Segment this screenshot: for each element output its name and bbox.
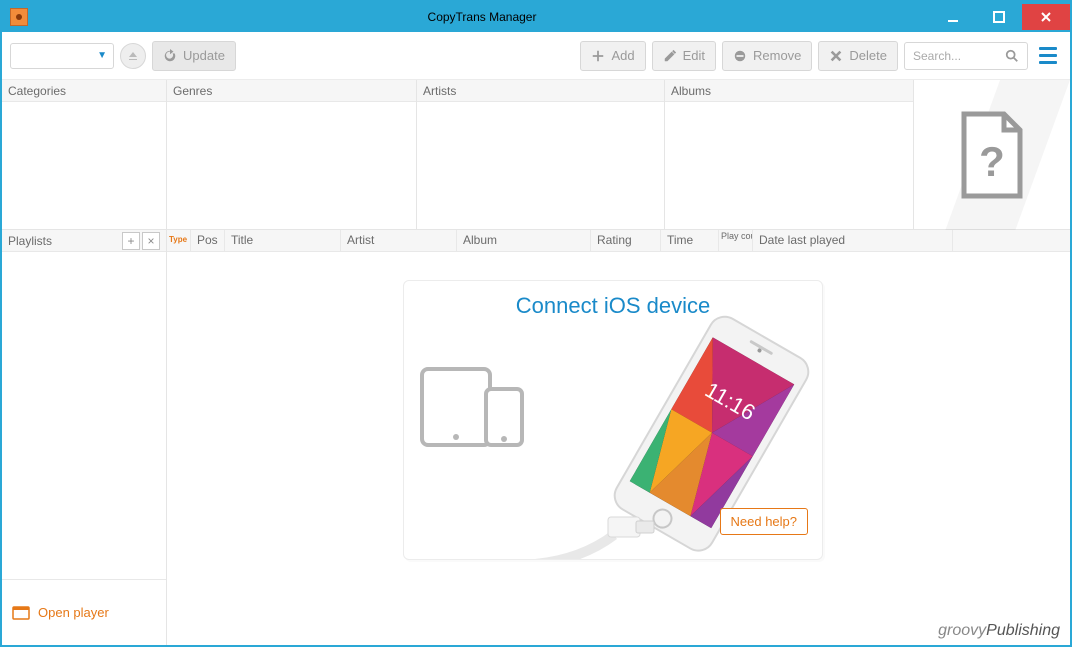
watermark: groovyPublishing [167, 617, 1070, 645]
player-icon [12, 604, 30, 622]
svg-text:?: ? [979, 138, 1005, 185]
col-pos[interactable]: Pos [191, 230, 225, 251]
menu-button[interactable] [1034, 42, 1062, 70]
x-icon [829, 49, 843, 63]
minimize-button[interactable] [930, 4, 976, 30]
categories-panel: Categories [2, 80, 167, 229]
artists-list[interactable] [417, 102, 664, 229]
add-button[interactable]: Add [580, 41, 645, 71]
search-placeholder: Search... [913, 49, 1005, 63]
playlists-header: Playlists + × [2, 230, 166, 252]
browser-panels: Categories Genres Artists Albums ? [2, 80, 1070, 230]
edit-label: Edit [683, 48, 705, 63]
col-type[interactable]: Type [167, 230, 191, 251]
col-rating[interactable]: Rating [591, 230, 661, 251]
playlists-label: Playlists [8, 234, 120, 248]
edit-button[interactable]: Edit [652, 41, 716, 71]
albums-list[interactable] [665, 102, 913, 229]
artists-panel: Artists [417, 80, 665, 229]
update-button[interactable]: Update [152, 41, 236, 71]
pencil-icon [663, 49, 677, 63]
chevron-down-icon: ▼ [97, 50, 107, 61]
connect-device-card: Connect iOS device [403, 280, 823, 560]
genres-panel: Genres [167, 80, 417, 229]
categories-header[interactable]: Categories [2, 80, 166, 102]
devices-icon [420, 367, 530, 447]
playlists-list[interactable] [2, 252, 166, 579]
albums-header[interactable]: Albums [665, 80, 913, 102]
genres-list[interactable] [167, 102, 416, 229]
unknown-file-icon: ? [956, 110, 1028, 200]
genres-header[interactable]: Genres [167, 80, 416, 102]
placeholder-panel: ? [914, 80, 1070, 229]
eject-button[interactable] [120, 43, 146, 69]
col-time[interactable]: Time [661, 230, 719, 251]
albums-panel: Albums [665, 80, 914, 229]
col-date-last-played[interactable]: Date last played [753, 230, 953, 251]
refresh-icon [163, 49, 177, 63]
col-album[interactable]: Album [457, 230, 591, 251]
main-area: Categories Genres Artists Albums ? [2, 80, 1070, 645]
open-player-button[interactable]: Open player [2, 579, 166, 645]
tracks-column: Type Pos Title Artist Album Rating Time … [167, 230, 1070, 645]
categories-list[interactable] [2, 102, 166, 229]
remove-label: Remove [753, 48, 801, 63]
watermark-a: groovy [938, 622, 986, 640]
titlebar: CopyTrans Manager [2, 2, 1070, 32]
search-input[interactable]: Search... [904, 42, 1028, 70]
delete-label: Delete [849, 48, 887, 63]
col-title[interactable]: Title [225, 230, 341, 251]
delete-button[interactable]: Delete [818, 41, 898, 71]
tracks-columns-header: Type Pos Title Artist Album Rating Time … [167, 230, 1070, 252]
maximize-button[interactable] [976, 4, 1022, 30]
window-controls [930, 4, 1070, 30]
open-player-label: Open player [38, 605, 109, 620]
toolbar: ▼ Update Add Edit Remove Delete Search..… [2, 32, 1070, 80]
playlist-delete-button[interactable]: × [142, 232, 160, 250]
window-title: CopyTrans Manager [34, 10, 930, 24]
app-icon [10, 8, 28, 26]
playlist-add-button[interactable]: + [122, 232, 140, 250]
col-play-count[interactable]: Play count [719, 230, 753, 251]
playlists-column: Playlists + × Open player [2, 230, 167, 645]
minus-circle-icon [733, 49, 747, 63]
update-label: Update [183, 48, 225, 63]
close-button[interactable] [1022, 4, 1070, 30]
cable-illustration [514, 495, 694, 560]
lower-area: Playlists + × Open player Type Pos [2, 230, 1070, 645]
connect-body: 11:16 Need hel [404, 327, 822, 547]
remove-button[interactable]: Remove [722, 41, 812, 71]
add-label: Add [611, 48, 634, 63]
app-window: CopyTrans Manager ▼ Update Add [0, 0, 1072, 647]
artists-header[interactable]: Artists [417, 80, 664, 102]
col-artist[interactable]: Artist [341, 230, 457, 251]
watermark-b: Publishing [986, 622, 1060, 640]
need-help-button[interactable]: Need help? [720, 508, 809, 535]
device-selector[interactable]: ▼ [10, 43, 114, 69]
menu-icon [1039, 47, 1057, 50]
type-icon: Type [169, 235, 187, 244]
tracks-canvas: Connect iOS device [167, 252, 1070, 617]
search-icon [1005, 49, 1019, 63]
plus-icon [591, 49, 605, 63]
